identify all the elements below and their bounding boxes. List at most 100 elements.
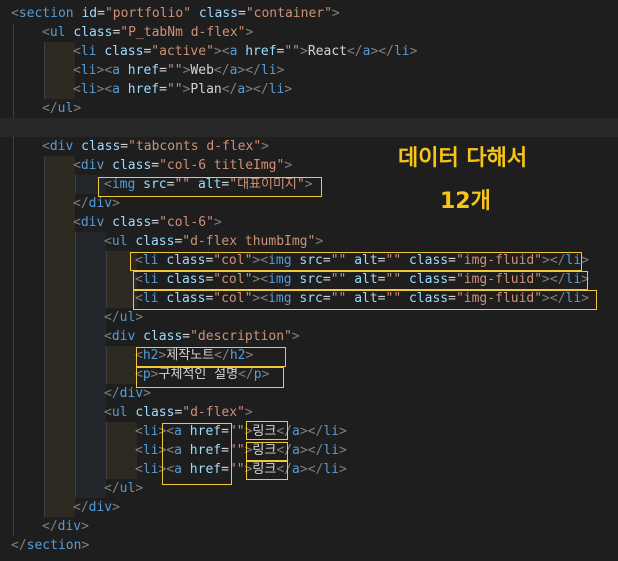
token-tag: div [57,519,82,534]
token-tag: div [80,158,105,173]
token-br: < [135,291,143,306]
token-br: > [338,443,347,458]
indent-shade [45,365,75,384]
token-tag: li [80,44,97,59]
token-tag: li [565,291,582,306]
indent-shade [45,384,75,403]
code-line[interactable]: <li><a href="">Plan</a></li> [0,80,618,99]
code-editor[interactable]: <section id="portfolio" class="container… [0,0,618,561]
code-line[interactable]: </ul> [0,308,618,327]
code-line[interactable]: <li><a href="">링크</a></li> [0,422,618,441]
token-br: < [73,44,81,59]
token-attr: class [135,234,175,249]
code-line[interactable]: <li><a href="">링크</a></li> [0,460,618,479]
token-txt: = [221,443,229,458]
token-br: >< [252,291,269,306]
code-line[interactable]: <ul class="d-flex"> [0,403,618,422]
token-attr: href [127,82,160,97]
code-line[interactable]: <h2>제작노트</h2> [0,346,618,365]
code-line[interactable]: <p>구체적인 설명</p> [0,365,618,384]
code-line[interactable]: <li class="col"><img src="" alt="" class… [0,289,618,308]
token-attr: href [189,424,222,439]
token-br: </ [104,310,120,325]
token-tag: img [268,272,292,287]
token-br: < [73,158,81,173]
code-line[interactable] [0,118,618,137]
token-attr: href [189,443,222,458]
token-br: > [338,424,347,439]
code-line[interactable]: </div> [0,194,618,213]
token-tag: li [323,424,339,439]
code-text: <div class="tabconts d-flex"> [42,137,269,156]
code-line[interactable]: <img src="" alt="대표이미지"> [0,175,618,194]
code-line[interactable]: <ul class="d-flex thumbImg"> [0,232,618,251]
token-br: </ [346,44,363,59]
code-text: </div> [42,517,89,536]
token-txt: = [182,329,191,344]
token-br: > [581,272,590,287]
code-text: <div class="col-6 titleImg"> [73,156,292,175]
code-line[interactable]: </ul> [0,99,618,118]
token-txt: Web [190,63,214,78]
token-txt: = [448,253,456,268]
indent-guide [13,61,14,80]
code-line[interactable]: </div> [0,517,618,536]
code-text: </section> [11,536,89,555]
code-line[interactable]: </section> [0,536,618,555]
code-text: </div> [104,384,151,403]
code-line[interactable]: <li><a href="">Web</a></li> [0,61,618,80]
token-attr: src [143,177,167,192]
token-str: "col" [213,291,253,306]
token-br: < [135,462,143,477]
indent-guide [13,194,14,213]
token-br: >< [158,462,175,477]
code-line[interactable]: <li class="col"><img src="" alt="" class… [0,251,618,270]
token-attr: class [408,253,449,268]
indent-shade [45,479,75,498]
token-str: "" [166,63,183,78]
code-line[interactable]: <li class="active"><a href="">React</a><… [0,42,618,61]
code-line[interactable]: </div> [0,384,618,403]
code-line[interactable]: <div class="description"> [0,327,618,346]
code-text: <li><a href="">Plan</a></li> [73,80,292,99]
code-line[interactable]: <li><a href="">링크</a></li> [0,441,618,460]
token-txt: = [151,215,160,230]
indent-shade [76,346,106,365]
code-line[interactable]: </ul> [0,479,618,498]
indent-guide [13,42,14,61]
code-line[interactable]: <ul class="P_tabNm d-flex"> [0,23,618,42]
code-line[interactable]: <section id="portfolio" class="container… [0,4,618,23]
token-str: "" [330,291,347,306]
token-br: > [409,44,418,59]
code-line[interactable]: </div> [0,498,618,517]
indent-shade [76,175,106,194]
token-br: >< [252,253,269,268]
code-line[interactable]: <li class="col"><img src="" alt="" class… [0,270,618,289]
token-tag: a [112,63,120,78]
indent-shade [107,270,137,289]
token-br: </ [276,462,292,477]
code-line[interactable]: <div class="col-6"> [0,213,618,232]
indent-shade [45,175,75,194]
token-tag: p [253,367,262,382]
token-br: < [135,272,143,287]
token-txt: = [322,272,331,287]
token-attr: class [112,158,152,173]
token-br: < [73,82,81,97]
token-txt: = [377,253,386,268]
token-br: > [331,6,340,21]
indent-shade [76,308,106,327]
token-br: >< [252,272,269,287]
indent-shade [76,460,106,479]
token-tag: h2 [142,348,159,363]
indent-shade [76,270,106,289]
code-text: <ul class="d-flex"> [104,403,253,422]
code-text: <ul class="P_tabNm d-flex"> [42,23,253,42]
token-str: "container" [245,6,332,21]
code-text: <ul class="d-flex thumbImg"> [104,232,323,251]
